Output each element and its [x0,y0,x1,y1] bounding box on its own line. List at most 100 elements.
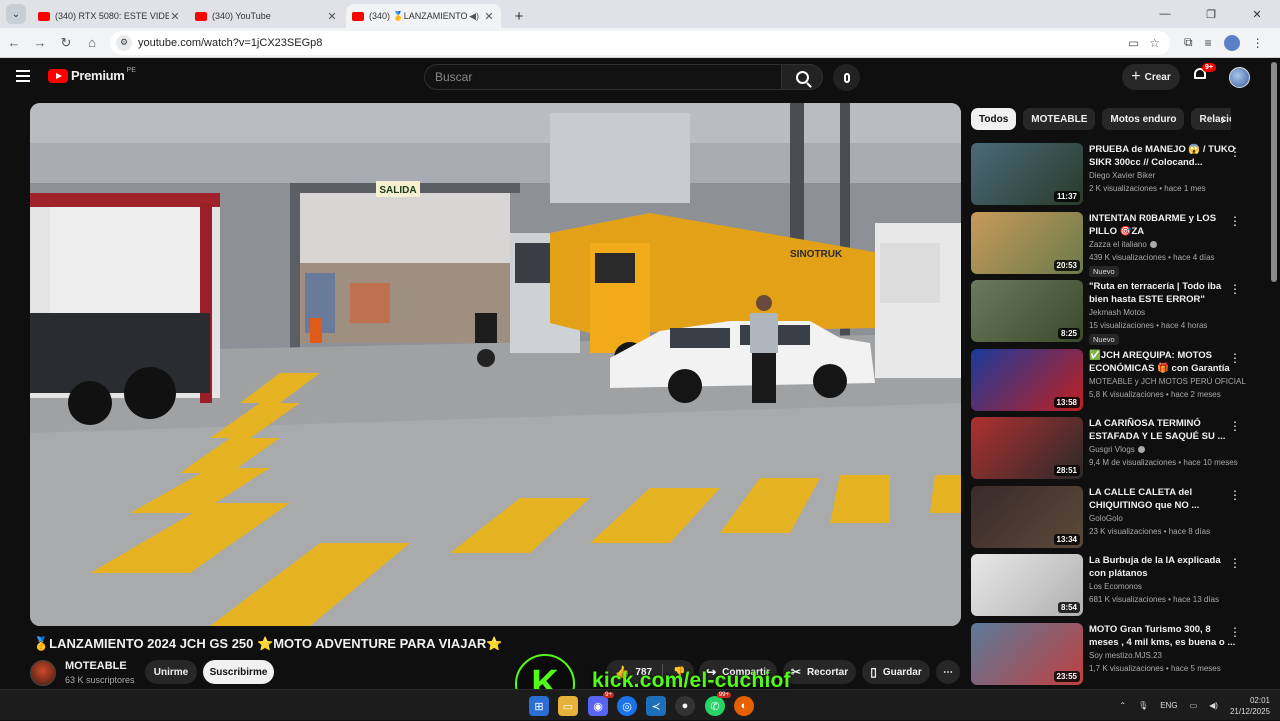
video-thumbnail[interactable]: 8:25 [971,280,1083,342]
reading-list-icon[interactable]: ≡ [1205,36,1212,50]
microphone-tray-icon[interactable]: 🎙 [1138,701,1148,710]
file-explorer-icon[interactable]: ▭ [558,696,578,716]
recommendation-channel[interactable]: Soy mestizo.MJS.23 [1089,651,1162,660]
whatsapp-icon[interactable]: ✆ 99+ [705,692,731,716]
language-indicator[interactable]: ENG [1160,701,1177,710]
browser-tab-1[interactable]: (340) RTX 5080: ESTE VIDEO SE ✕ [32,4,187,28]
video-thumbnail[interactable]: 20:53 [971,211,1083,274]
video-player[interactable]: SALIDA SINOTRUK [30,103,961,626]
video-thumbnail[interactable]: 13:58 [971,348,1083,411]
join-button[interactable]: Unirme [145,660,197,684]
recommendation-title[interactable]: LA CARIÑOSA TERMINÓ ESTAFADA Y LE SAQUÉ … [1089,417,1239,443]
back-icon[interactable]: ← [2,31,26,55]
obs-icon[interactable]: ● [675,696,695,716]
close-tab-icon[interactable]: ✕ [169,10,181,23]
chrome-icon[interactable]: ◎ [617,696,637,716]
kebab-menu-icon[interactable]: ⋮ [1229,145,1241,159]
kebab-menu-icon[interactable]: ⋮ [1229,214,1241,228]
start-windows-icon[interactable]: ⊞ [529,696,549,716]
recommendation-channel[interactable]: Los Ecomonos [1089,582,1142,591]
voice-search-button[interactable] [833,64,860,91]
kebab-menu-icon[interactable]: ⋮ [1229,488,1241,502]
recommendation-channel[interactable]: Diego Xavier Biker [1089,171,1155,180]
notifications-button[interactable]: 9+ [1194,63,1216,84]
recommendation-channel[interactable]: Zazza el italiano [1089,240,1157,249]
account-avatar[interactable] [1229,67,1250,88]
network-icon[interactable]: ▭ [1190,701,1198,710]
create-button[interactable]: + Crear [1122,64,1180,90]
channel-avatar[interactable] [30,660,56,686]
home-icon[interactable]: ⌂ [80,31,104,55]
channel-name[interactable]: MOTEABLE [65,660,127,672]
recommendation-item[interactable]: 23:55 MOTO Gran Turismo 300, 8 meses , 4 … [971,622,1246,691]
kebab-menu-icon[interactable]: ⋮ [1229,351,1241,365]
clock[interactable]: 02:01 21/12/2025 [1230,695,1270,717]
chevron-up-icon[interactable]: ⌃ [1119,701,1126,710]
profile-avatar[interactable] [1223,34,1240,51]
kebab-menu-icon[interactable]: ⋮ [1229,556,1241,570]
new-tab-button[interactable]: + [509,6,529,26]
search-input[interactable]: Buscar [424,64,781,90]
subscribe-button[interactable]: Suscribirme [203,660,274,684]
video-thumbnail[interactable]: 8:54 [971,554,1083,616]
restore-icon[interactable]: ❐ [1188,8,1234,21]
video-thumbnail[interactable]: 11:37 [971,143,1083,205]
minimize-icon[interactable]: — [1142,8,1188,20]
recommendation-title[interactable]: LA CALLE CALETA del CHIQUITINGO que NO .… [1089,486,1239,512]
site-info-icon[interactable]: ⚙ [116,34,132,51]
save-button[interactable]: ▯ Guardar [862,660,930,684]
chip-motos-enduro[interactable]: Motos enduro [1102,108,1185,130]
browser-menu-icon[interactable]: ⋮ [1252,36,1264,50]
kebab-menu-icon[interactable]: ⋮ [1229,282,1241,296]
video-thumbnail[interactable]: 23:55 [971,622,1083,685]
page-scrollbar[interactable] [1271,62,1277,282]
recommendation-title[interactable]: ✅JCH AREQUIPA: MOTOS ECONÓMICAS 🎁 con Ga… [1089,349,1239,375]
reload-icon[interactable]: ↻ [54,31,78,55]
recommendation-item[interactable]: 13:58 ✅JCH AREQUIPA: MOTOS ECONÓMICAS 🎁 c… [971,348,1246,417]
video-thumbnail[interactable]: 28:51 [971,417,1083,479]
recommendation-channel[interactable]: MOTEABLE y JCH MOTOS PERÚ OFICIAL [1089,377,1246,386]
video-thumbnail[interactable]: 13:34 [971,485,1083,548]
recommendation-item[interactable]: 28:51 LA CARIÑOSA TERMINÓ ESTAFADA Y LE S… [971,417,1246,485]
audio-playing-icon[interactable]: ◀) [469,11,479,22]
forward-icon[interactable]: → [28,31,52,55]
recommendation-item[interactable]: 20:53 INTENTAN R0BARME y LOS PILLO 🎯ZA Zaz… [971,211,1246,280]
recommendation-title[interactable]: La Burbuja de la IA explicada con plátan… [1089,554,1239,580]
cast-icon[interactable]: ▭ [1128,36,1139,50]
address-bar[interactable]: ⚙ youtube.com/watch?v=1jCX23SEGp8 ▭ ☆ [110,30,1170,55]
url-text[interactable]: youtube.com/watch?v=1jCX23SEGp8 [138,37,1128,49]
menu-hamburger-icon[interactable] [16,70,30,82]
recommendation-channel[interactable]: Gusgri Vlogs [1089,445,1145,454]
vscode-icon[interactable]: ≺ [646,696,666,716]
chip-moteable[interactable]: MOTEABLE [1023,108,1096,130]
extensions-icon[interactable]: ⧉ [1184,35,1193,50]
chip-todos[interactable]: Todos [971,108,1017,130]
discord-icon[interactable]: ◉ 9+ [588,692,614,716]
browser-tab-2[interactable]: (340) YouTube ✕ [189,4,344,28]
more-actions-button[interactable]: ⋯ [936,660,960,684]
chevron-right-icon[interactable]: › [1214,110,1232,128]
close-tab-icon[interactable]: ✕ [326,10,338,23]
close-tab-icon[interactable]: ✕ [483,10,495,23]
recommendation-title[interactable]: INTENTAN R0BARME y LOS PILLO 🎯ZA [1089,212,1239,238]
youtube-logo[interactable]: Premium PE [48,67,136,83]
kebab-menu-icon[interactable]: ⋮ [1229,625,1241,639]
recommendation-item[interactable]: 13:34 LA CALLE CALETA del CHIQUITINGO que… [971,485,1246,554]
bookmark-star-icon[interactable]: ☆ [1149,36,1160,50]
recommendation-channel[interactable]: GoloGolo [1089,514,1123,523]
recommendation-title[interactable]: MOTO Gran Turismo 300, 8 meses , 4 mil k… [1089,623,1239,649]
clip-button[interactable]: ✂ Recortar [783,660,856,684]
recommendation-item[interactable]: 8:54 La Burbuja de la IA explicada con pl… [971,554,1246,622]
search-button[interactable] [781,64,823,90]
browser-tab-3-active[interactable]: (340) 🥇LANZAMIENTO 20 ◀) ✕ [346,4,501,28]
recommendation-title[interactable]: PRUEBA de MANEJO 😱 / TUKO SIKR 300cc // … [1089,143,1239,169]
close-window-icon[interactable]: ✕ [1234,8,1280,21]
recommendation-item[interactable]: 8:25 "Ruta en terracería | Todo iba bien … [971,280,1246,348]
kebab-menu-icon[interactable]: ⋮ [1229,419,1241,433]
recommendation-title[interactable]: "Ruta en terracería | Todo iba bien hast… [1089,280,1239,306]
volume-icon[interactable]: ◀) [1209,701,1218,710]
recommendation-channel[interactable]: Jekmash Motos [1089,308,1145,317]
recommendation-item[interactable]: 11:37 PRUEBA de MANEJO 😱 / TUKO SIKR 300c… [971,143,1246,211]
tab-search-button[interactable]: ⌄ [6,4,26,24]
firefox-icon[interactable]: ◐ [734,696,754,716]
